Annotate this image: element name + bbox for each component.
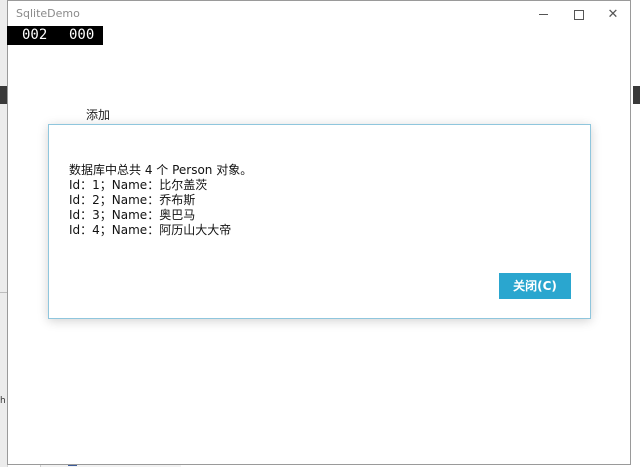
message-dialog: 数据库中总共 4 个 Person 对象。 Id：1；Name：比尔盖茨 Id：… — [48, 124, 591, 319]
dialog-record-line: Id：2；Name：乔布斯 — [69, 193, 196, 207]
minimize-icon — [538, 14, 548, 15]
dialog-message: 数据库中总共 4 个 Person 对象。 Id：1；Name：比尔盖茨 Id：… — [69, 163, 252, 238]
maximize-button[interactable] — [564, 5, 594, 25]
close-icon: ✕ — [607, 7, 619, 22]
background-text: h — [0, 396, 6, 406]
title-bar[interactable]: SqliteDemo ✕ — [8, 1, 630, 29]
add-button[interactable]: 添加 — [86, 107, 110, 123]
frame-rate-counter: 002 000 — [7, 26, 103, 45]
minimize-button[interactable] — [528, 5, 558, 25]
dialog-record-line: Id：4；Name：阿历山大大帝 — [69, 223, 232, 237]
dialog-close-button[interactable]: 关闭(C) — [499, 273, 571, 299]
dialog-record-line: Id：1；Name：比尔盖茨 — [69, 178, 208, 192]
counter-left-value: 002 — [22, 27, 48, 43]
counter-right-value: 000 — [69, 27, 95, 43]
maximize-icon — [574, 9, 584, 20]
close-window-button[interactable]: ✕ — [598, 5, 628, 25]
background-toolbar-left — [0, 86, 7, 104]
dialog-summary-line: 数据库中总共 4 个 Person 对象。 — [69, 163, 253, 177]
dialog-record-line: Id：3；Name：奥巴马 — [69, 208, 196, 222]
window-title: SqliteDemo — [16, 7, 80, 20]
background-divider — [0, 292, 7, 293]
background-toolbar-right — [633, 86, 640, 104]
